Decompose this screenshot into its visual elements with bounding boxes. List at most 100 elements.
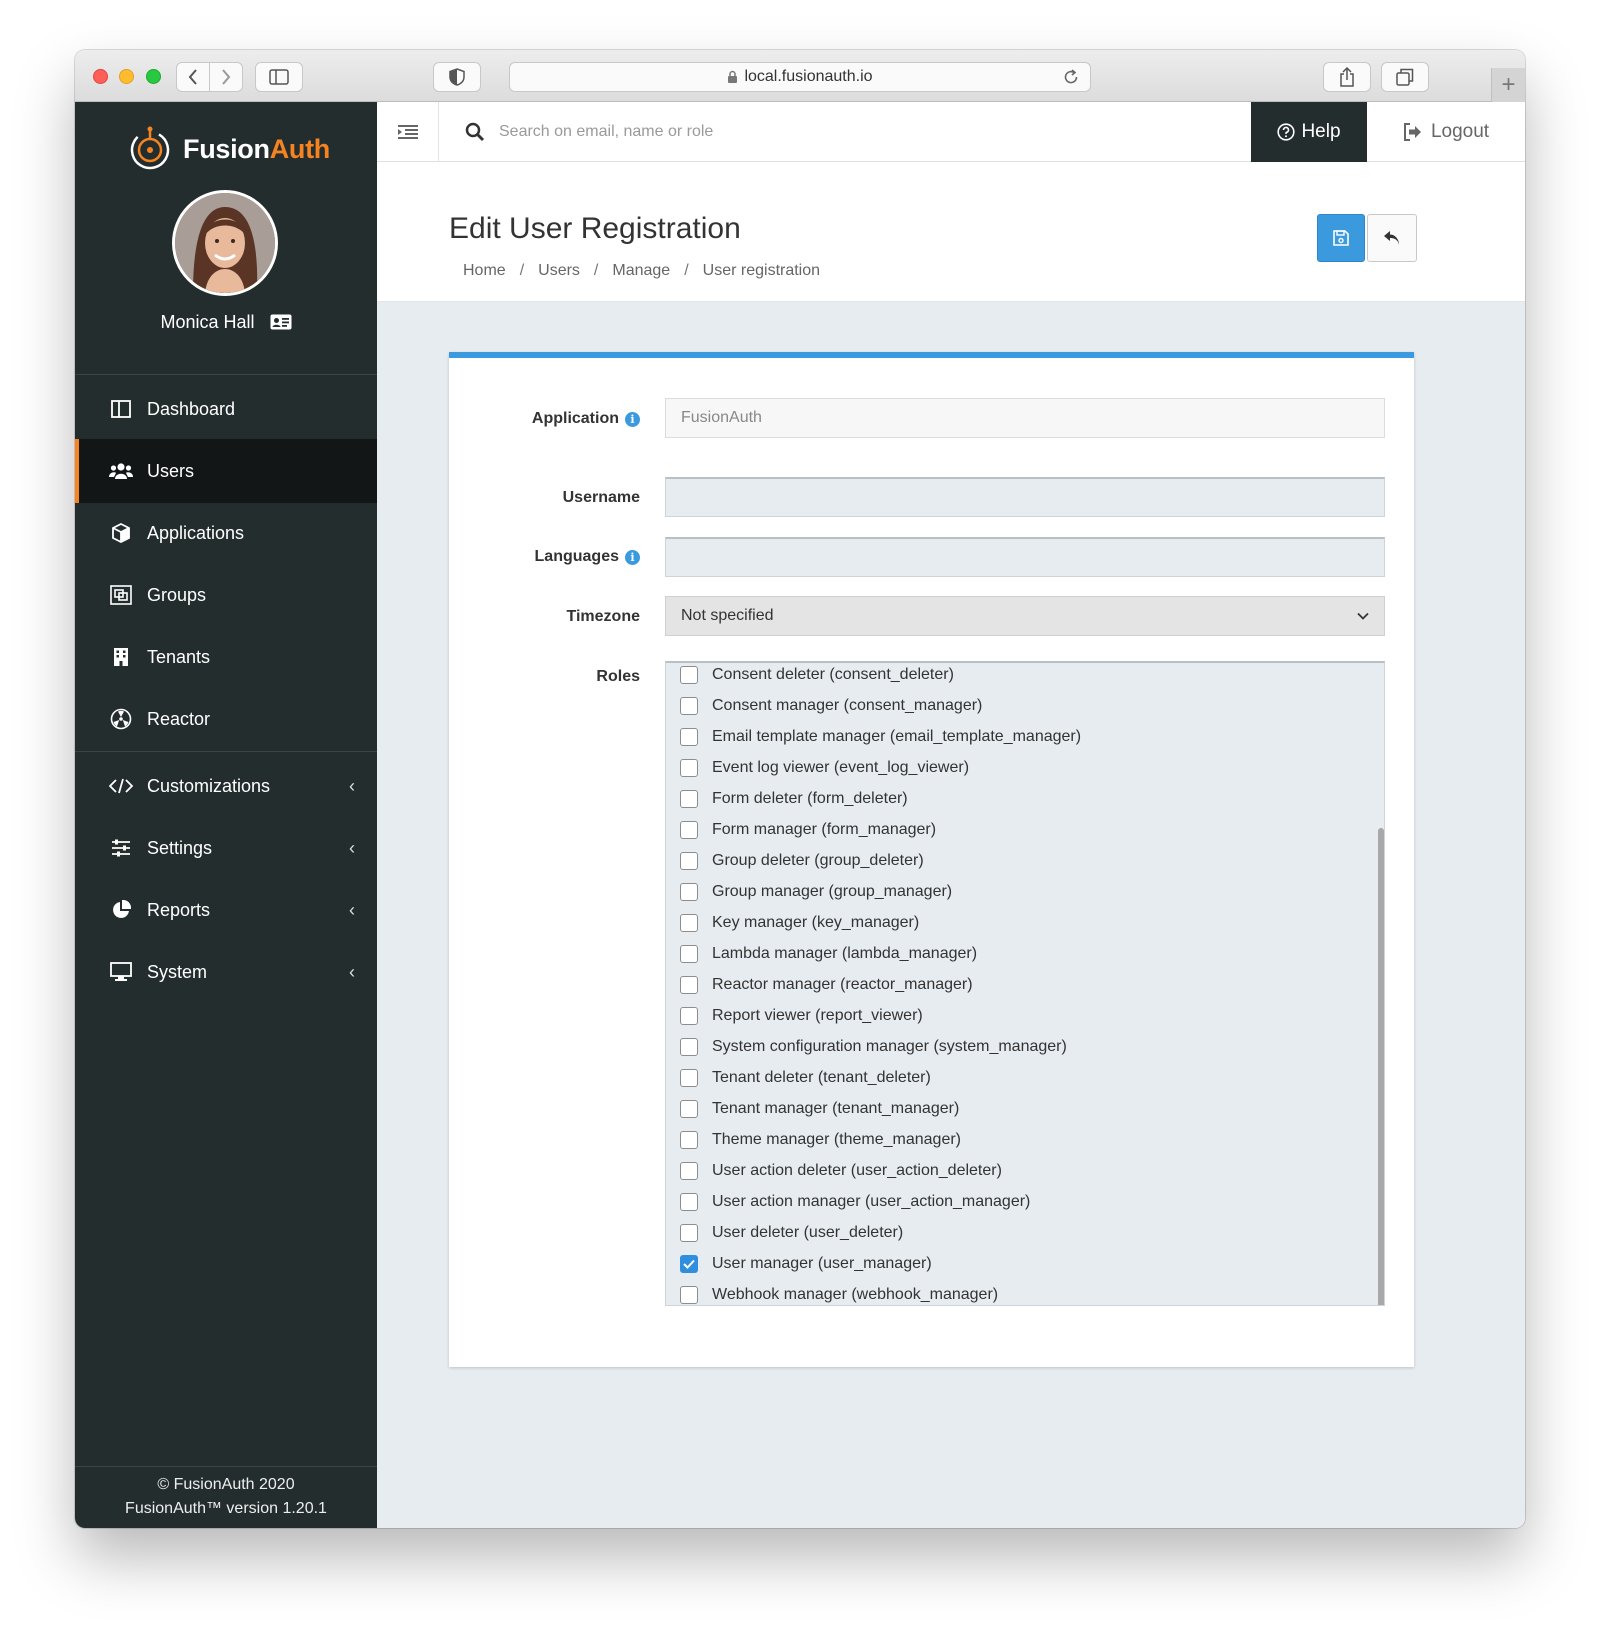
role-checkbox[interactable] [680,759,698,777]
role-checkbox[interactable] [680,790,698,808]
sidebar-footer: © FusionAuth 2020 FusionAuth™ version 1.… [75,1466,377,1526]
sidebar-item-users[interactable]: Users [75,439,377,503]
role-checkbox[interactable] [680,1100,698,1118]
role-option[interactable]: Theme manager (theme_manager) [680,1128,961,1152]
role-option[interactable]: User action manager (user_action_manager… [680,1190,1030,1214]
sidebar-item-system[interactable]: System ‹ [75,940,377,1004]
roles-scrollbar-thumb[interactable] [1378,828,1384,1305]
timezone-select[interactable]: Not specified [665,596,1385,636]
desktop-icon [107,962,135,982]
role-checkbox[interactable] [680,821,698,839]
role-option[interactable]: Email template manager (email_template_m… [680,725,1081,749]
role-checkbox[interactable] [680,1286,698,1304]
role-label: System configuration manager (system_man… [712,1038,1067,1055]
role-option[interactable]: User manager (user_manager) [680,1252,932,1276]
info-icon[interactable]: i [625,549,640,565]
address-bar[interactable]: local.fusionauth.io [509,62,1091,92]
tabs-overview-button[interactable] [1381,62,1429,92]
sidebar-item-tenants[interactable]: Tenants [75,625,377,689]
role-option[interactable]: Form deleter (form_deleter) [680,787,908,811]
role-option[interactable]: User action deleter (user_action_deleter… [680,1159,1002,1183]
role-label: Consent deleter (consent_deleter) [712,666,954,683]
info-icon[interactable]: i [625,411,640,427]
close-window-button[interactable] [93,69,108,84]
role-option[interactable]: Webhook manager (webhook_manager) [680,1283,998,1305]
role-option[interactable]: Group deleter (group_deleter) [680,849,924,873]
building-icon [107,647,135,667]
menu-toggle-button[interactable] [377,102,439,162]
reload-icon[interactable] [1062,68,1080,86]
sidebar-toggle-button[interactable] [255,62,303,92]
fusionauth-logo[interactable]: FusionAuth [127,126,330,172]
new-tab-button[interactable]: + [1491,68,1525,102]
role-label: Group deleter (group_deleter) [712,852,924,869]
role-checkbox[interactable] [680,1255,698,1273]
sidebar-item-dashboard[interactable]: Dashboard [75,377,377,441]
role-option[interactable]: Lambda manager (lambda_manager) [680,942,977,966]
dashboard-icon [107,400,135,418]
username-field[interactable] [665,477,1385,517]
search-input[interactable] [499,117,1099,147]
role-checkbox[interactable] [680,852,698,870]
role-checkbox[interactable] [680,1224,698,1242]
role-checkbox[interactable] [680,914,698,932]
role-checkbox[interactable] [680,976,698,994]
role-checkbox[interactable] [680,728,698,746]
pie-chart-icon [107,900,135,920]
username-label-row: Username [563,489,640,507]
save-button[interactable] [1317,214,1365,262]
role-checkbox[interactable] [680,1007,698,1025]
role-checkbox[interactable] [680,697,698,715]
role-checkbox[interactable] [680,1162,698,1180]
id-card-icon[interactable] [270,314,292,335]
forward-nav-button[interactable] [209,62,243,92]
sidebar-item-label: Tenants [147,646,211,667]
sidebar-item-groups[interactable]: Groups [75,563,377,627]
breadcrumb-manage[interactable]: Manage [612,262,670,280]
share-button[interactable] [1323,62,1371,92]
minimize-window-button[interactable] [119,69,134,84]
sidebar-panel-icon [269,69,289,85]
role-option[interactable]: Tenant deleter (tenant_deleter) [680,1066,931,1090]
logout-button[interactable]: Logout [1367,102,1525,162]
help-label: Help [1301,121,1341,142]
breadcrumb-home[interactable]: Home [463,262,506,280]
role-checkbox[interactable] [680,1193,698,1211]
breadcrumb-users[interactable]: Users [538,262,580,280]
role-checkbox[interactable] [680,945,698,963]
sidebar-item-settings[interactable]: Settings ‹ [75,816,377,880]
role-checkbox[interactable] [680,666,698,684]
role-option[interactable]: Form manager (form_manager) [680,818,936,842]
languages-field[interactable] [665,537,1385,577]
sidebar-item-reactor[interactable]: Reactor [75,687,377,751]
sidebar-item-label: Settings [147,837,213,858]
role-option[interactable]: Event log viewer (event_log_viewer) [680,756,969,780]
cancel-button[interactable] [1367,214,1417,262]
role-option[interactable]: Report viewer (report_viewer) [680,1004,923,1028]
brand-name-fusion: Fusion [183,133,270,164]
role-option[interactable]: Reactor manager (reactor_manager) [680,973,973,997]
sidebar-item-customizations[interactable]: Customizations ‹ [75,754,377,818]
role-option[interactable]: User deleter (user_deleter) [680,1221,903,1245]
role-checkbox[interactable] [680,883,698,901]
sidebar-item-label: Reports [147,899,211,920]
application-label: Application [531,410,619,427]
role-checkbox[interactable] [680,1131,698,1149]
sidebar-item-reports[interactable]: Reports ‹ [75,878,377,942]
roles-list[interactable]: Consent deleter (consent_deleter) Consent… [665,661,1385,1306]
role-option[interactable]: System configuration manager (system_man… [680,1035,1067,1059]
role-option[interactable]: Consent deleter (consent_deleter) [680,663,954,687]
role-option[interactable]: Tenant manager (tenant_manager) [680,1097,959,1121]
back-nav-button[interactable] [176,62,210,92]
zoom-window-button[interactable] [146,69,161,84]
role-option[interactable]: Key manager (key_manager) [680,911,919,935]
role-option[interactable]: Group manager (group_manager) [680,880,952,904]
role-checkbox[interactable] [680,1038,698,1056]
sidebar-item-applications[interactable]: Applications [75,501,377,565]
timezone-label-row: Timezone [567,608,641,626]
help-button[interactable]: Help [1251,102,1367,162]
role-checkbox[interactable] [680,1069,698,1087]
role-option[interactable]: Consent manager (consent_manager) [680,694,982,718]
user-avatar[interactable] [172,190,278,296]
privacy-shield-button[interactable] [433,62,481,92]
